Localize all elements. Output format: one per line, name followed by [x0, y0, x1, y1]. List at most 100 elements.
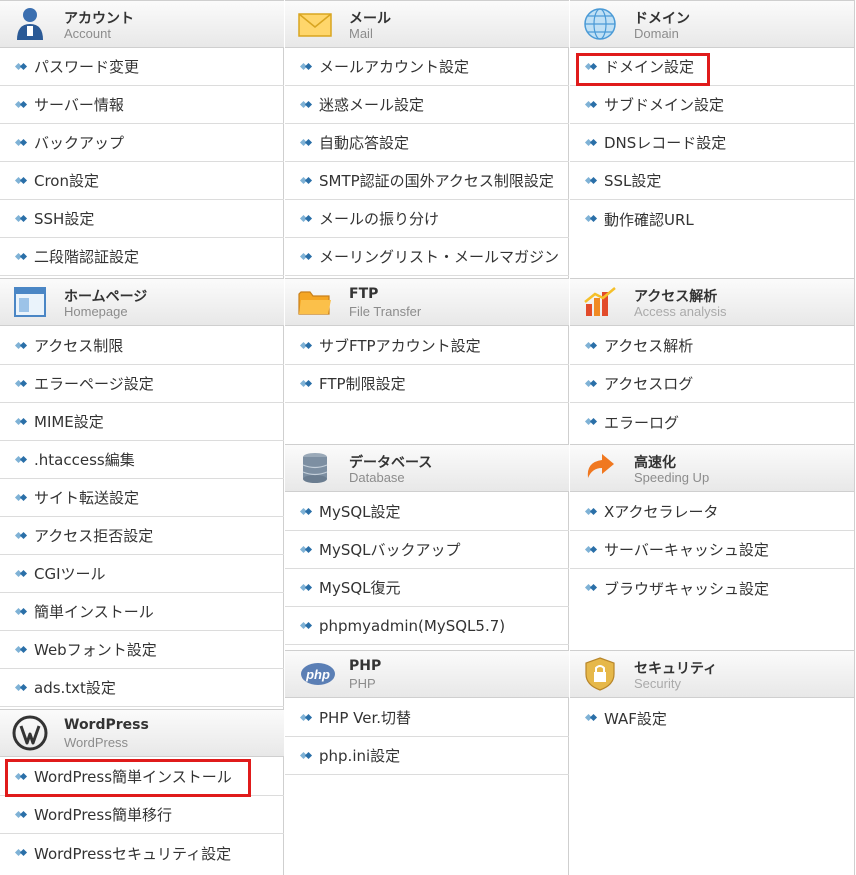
menu-item-htaccess[interactable]: .htaccess編集 — [0, 441, 284, 479]
section-title: ホームページ — [64, 289, 148, 305]
menu-item-wp-easy-install[interactable]: WordPress簡単インストール — [0, 758, 284, 796]
menu-item-cron[interactable]: Cron設定 — [0, 162, 284, 200]
folder-icon — [298, 291, 331, 315]
menu-item-sub-ftp[interactable]: サブFTPアカウント設定 — [285, 327, 569, 365]
section-header-security: セキュリティ Security — [570, 650, 854, 698]
section-subtitle: PHP — [349, 676, 376, 691]
menu-item-server-info[interactable]: サーバー情報 — [0, 86, 284, 124]
arrow-bullet-icon — [16, 61, 28, 73]
menu-item-ssh[interactable]: SSH設定 — [0, 200, 284, 238]
section-title: アクセス解析 — [634, 289, 718, 305]
menu-item-mailing-list[interactable]: メーリングリスト・メールマガジン — [285, 238, 569, 276]
section-subtitle: Access analysis — [634, 304, 727, 319]
arrow-bullet-icon — [301, 175, 313, 187]
menu-item-access-log[interactable]: アクセスログ — [570, 365, 854, 403]
menu-item-mime[interactable]: MIME設定 — [0, 403, 284, 441]
arrow-bullet-icon — [16, 416, 28, 428]
menu-item-x-accelerator[interactable]: Xアクセラレータ — [570, 493, 854, 531]
arrow-bullet-icon — [16, 682, 28, 694]
arrow-bullet-icon — [586, 506, 598, 518]
menu-item-ftp-restriction[interactable]: FTP制限設定 — [285, 365, 569, 403]
arrow-bullet-icon — [16, 771, 28, 783]
menu-item-smtp-restriction[interactable]: SMTP認証の国外アクセス制限設定 — [285, 162, 569, 200]
menu-item-php-ini[interactable]: php.ini設定 — [285, 737, 569, 775]
menu-item-wp-migrate[interactable]: WordPress簡単移行 — [0, 796, 284, 834]
wordpress-logo-icon — [12, 715, 48, 751]
menu-item-access-analysis[interactable]: アクセス解析 — [570, 327, 854, 365]
section-header-mail: メール Mail — [285, 0, 569, 48]
menu-item-mail-account[interactable]: メールアカウント設定 — [285, 48, 569, 86]
arrow-bullet-icon — [301, 712, 313, 724]
arrow-bullet-icon — [301, 340, 313, 352]
menu-item-subdomain[interactable]: サブドメイン設定 — [570, 86, 854, 124]
menu-item-error-page[interactable]: エラーページ設定 — [0, 365, 284, 403]
menu-item-site-redirect[interactable]: サイト転送設定 — [0, 479, 284, 517]
menu-item-server-cache[interactable]: サーバーキャッシュ設定 — [570, 531, 854, 569]
globe-icon — [584, 8, 616, 40]
menu-item-backup[interactable]: バックアップ — [0, 124, 284, 162]
section-title: 高速化 — [634, 455, 676, 471]
user-icon — [17, 8, 43, 40]
section-subtitle: Domain — [634, 26, 679, 41]
menu-item-mysql-restore[interactable]: MySQL復元 — [285, 569, 569, 607]
arrow-bullet-icon — [586, 99, 598, 111]
menu-item-wp-security[interactable]: WordPressセキュリティ設定 — [0, 834, 284, 872]
menu-item-access-deny[interactable]: アクセス拒否設定 — [0, 517, 284, 555]
svg-text:php: php — [305, 667, 330, 682]
arrow-bullet-icon — [586, 61, 598, 73]
arrow-bullet-icon — [16, 137, 28, 149]
arrow-bullet-icon — [16, 175, 28, 187]
section-header-speed: 高速化 Speeding Up — [570, 444, 854, 492]
arrow-bullet-icon — [16, 530, 28, 542]
arrow-bullet-icon — [301, 544, 313, 556]
menu-item-waf[interactable]: WAF設定 — [570, 699, 854, 737]
php-logo-icon: php — [301, 663, 335, 685]
browser-window-icon — [14, 287, 46, 317]
arrow-bullet-icon — [16, 99, 28, 111]
column-right: ドメイン Domain ドメイン設定 サブドメイン設定 DNSレコード設定 SS… — [570, 0, 855, 875]
menu-item-cgi-tools[interactable]: CGIツール — [0, 555, 284, 593]
arrow-bullet-icon — [586, 582, 598, 594]
padlock-shield-icon — [585, 657, 615, 691]
section-title: アカウント — [64, 11, 134, 27]
section-title: ドメイン — [634, 11, 690, 27]
menu-item-ssl[interactable]: SSL設定 — [570, 162, 854, 200]
menu-item-dns-record[interactable]: DNSレコード設定 — [570, 124, 854, 162]
empty-row — [285, 403, 569, 443]
section-subtitle: Account — [64, 26, 111, 41]
section-header-wordpress: WordPress WordPress — [0, 709, 284, 757]
arrow-bullet-icon — [301, 582, 313, 594]
section-title: FTP — [349, 286, 379, 302]
section-header-account: アカウント Account — [0, 0, 284, 48]
menu-item-easy-install[interactable]: 簡単インストール — [0, 593, 284, 631]
menu-item-mysql-backup[interactable]: MySQLバックアップ — [285, 531, 569, 569]
section-subtitle: WordPress — [64, 735, 129, 750]
menu-item-ads-txt[interactable]: ads.txt設定 — [0, 669, 284, 707]
section-title: セキュリティ — [634, 661, 718, 677]
arrow-bullet-icon — [16, 568, 28, 580]
arrow-bullet-icon — [301, 213, 313, 225]
menu-item-domain-settings[interactable]: ドメイン設定 — [570, 48, 854, 86]
menu-item-auto-reply[interactable]: 自動応答設定 — [285, 124, 569, 162]
arrow-bullet-icon — [586, 340, 598, 352]
arrow-bullet-icon — [16, 809, 28, 821]
menu-item-mail-filter[interactable]: メールの振り分け — [285, 200, 569, 238]
menu-item-password-change[interactable]: パスワード変更 — [0, 48, 284, 86]
menu-item-spam[interactable]: 迷惑メール設定 — [285, 86, 569, 124]
menu-item-mysql[interactable]: MySQL設定 — [285, 493, 569, 531]
section-title: データベース — [349, 455, 433, 471]
menu-item-access-restriction[interactable]: アクセス制限 — [0, 327, 284, 365]
menu-item-web-font[interactable]: Webフォント設定 — [0, 631, 284, 669]
menu-item-php-version[interactable]: PHP Ver.切替 — [285, 699, 569, 737]
menu-item-phpmyadmin[interactable]: phpmyadmin(MySQL5.7) — [285, 607, 569, 645]
menu-item-2fa[interactable]: 二段階認証設定 — [0, 238, 284, 276]
menu-item-error-log[interactable]: エラーログ — [570, 403, 854, 441]
arrow-bullet-icon — [16, 492, 28, 504]
arrow-bullet-icon — [301, 750, 313, 762]
menu-item-test-url[interactable]: 動作確認URL — [570, 200, 854, 238]
database-icon — [302, 453, 328, 483]
arrow-bullet-icon — [16, 251, 28, 263]
envelope-icon — [298, 13, 332, 37]
arrow-bullet-icon — [16, 847, 28, 859]
menu-item-browser-cache[interactable]: ブラウザキャッシュ設定 — [570, 569, 854, 607]
